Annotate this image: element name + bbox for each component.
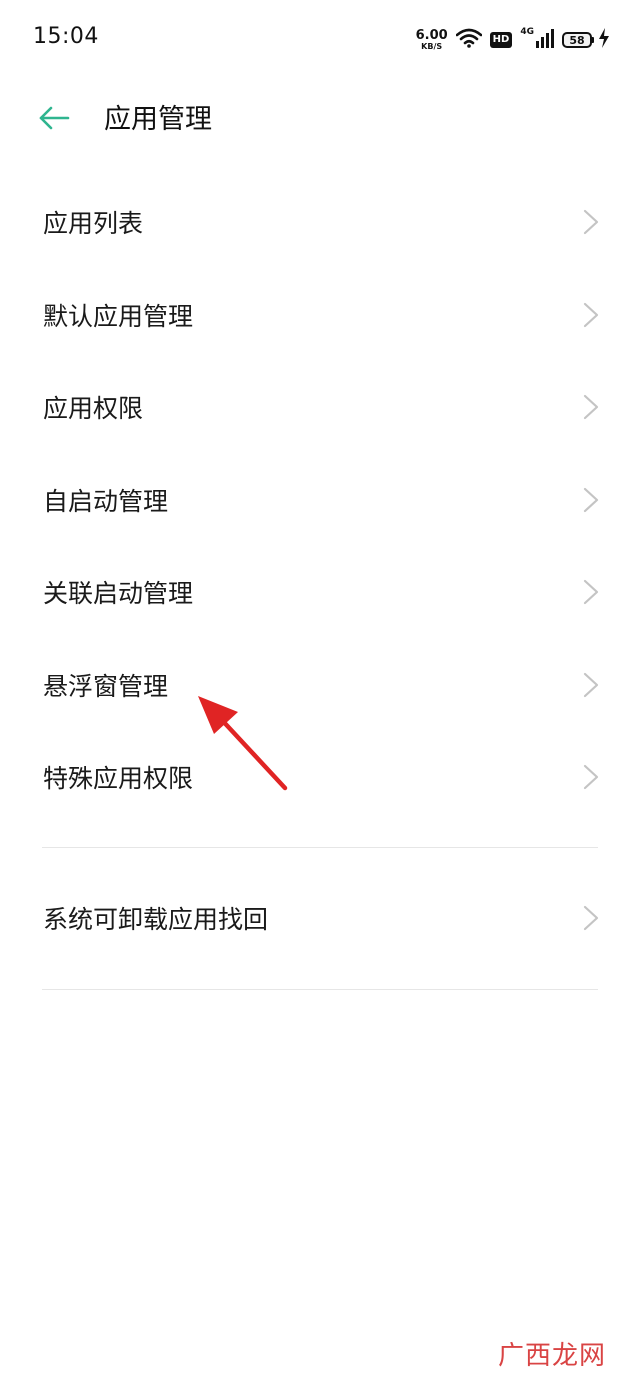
page-title: 应用管理 — [104, 104, 212, 135]
signal-icon — [536, 28, 554, 52]
back-button[interactable] — [34, 102, 74, 138]
menu-item-default-apps[interactable]: 默认应用管理 — [0, 269, 640, 362]
menu-item-app-permissions[interactable]: 应用权限 — [0, 361, 640, 454]
menu-item-autostart[interactable]: 自启动管理 — [0, 454, 640, 547]
header: 应用管理 — [0, 90, 640, 150]
menu-item-app-list[interactable]: 应用列表 — [0, 176, 640, 269]
network-speed-value: 6.00 — [415, 28, 448, 43]
chevron-right-icon — [582, 486, 600, 514]
menu-item-label: 应用权限 — [43, 394, 144, 424]
battery-icon: 58 — [562, 32, 594, 48]
back-arrow-icon — [38, 106, 70, 134]
network-type: 4G — [520, 27, 534, 37]
chevron-right-icon — [582, 904, 600, 932]
chevron-right-icon — [582, 578, 600, 606]
menu-item-label: 系统可卸载应用找回 — [43, 905, 269, 935]
hd-badge: HD — [489, 32, 513, 48]
menu-item-label: 应用列表 — [43, 209, 144, 239]
menu-list: 应用列表 默认应用管理 应用权限 自启动管理 关联启动管理 悬浮窗管理 特殊应用… — [0, 176, 640, 824]
divider — [42, 989, 598, 990]
menu-item-label: 默认应用管理 — [43, 301, 194, 331]
chevron-right-icon — [582, 301, 600, 329]
menu-item-associated-launch[interactable]: 关联启动管理 — [0, 546, 640, 639]
chevron-right-icon — [582, 393, 600, 421]
charging-icon — [598, 28, 610, 52]
menu-item-label: 悬浮窗管理 — [43, 671, 169, 701]
chevron-right-icon — [582, 208, 600, 236]
chevron-right-icon — [582, 671, 600, 699]
network-speed: 6.00 KB/S — [416, 29, 448, 51]
battery-level: 58 — [562, 32, 592, 48]
menu-item-restore-system-apps[interactable]: 系统可卸载应用找回 — [0, 872, 640, 965]
network-speed-unit: KB/S — [421, 42, 443, 51]
status-bar: 15:04 6.00 KB/S HD 4G 58 — [0, 0, 640, 78]
wifi-icon — [455, 28, 482, 52]
divider — [42, 847, 598, 848]
watermark: 广西龙网 — [497, 1341, 606, 1371]
menu-item-special-permissions[interactable]: 特殊应用权限 — [0, 731, 640, 824]
secondary-menu-list: 系统可卸载应用找回 — [0, 872, 640, 965]
status-time: 15:04 — [33, 24, 99, 49]
status-icons: 6.00 KB/S HD 4G 58 — [416, 26, 610, 54]
chevron-right-icon — [582, 763, 600, 791]
menu-item-label: 特殊应用权限 — [43, 764, 194, 794]
menu-item-floating-window[interactable]: 悬浮窗管理 — [0, 639, 640, 732]
menu-item-label: 关联启动管理 — [43, 579, 194, 609]
menu-item-label: 自启动管理 — [43, 486, 169, 516]
